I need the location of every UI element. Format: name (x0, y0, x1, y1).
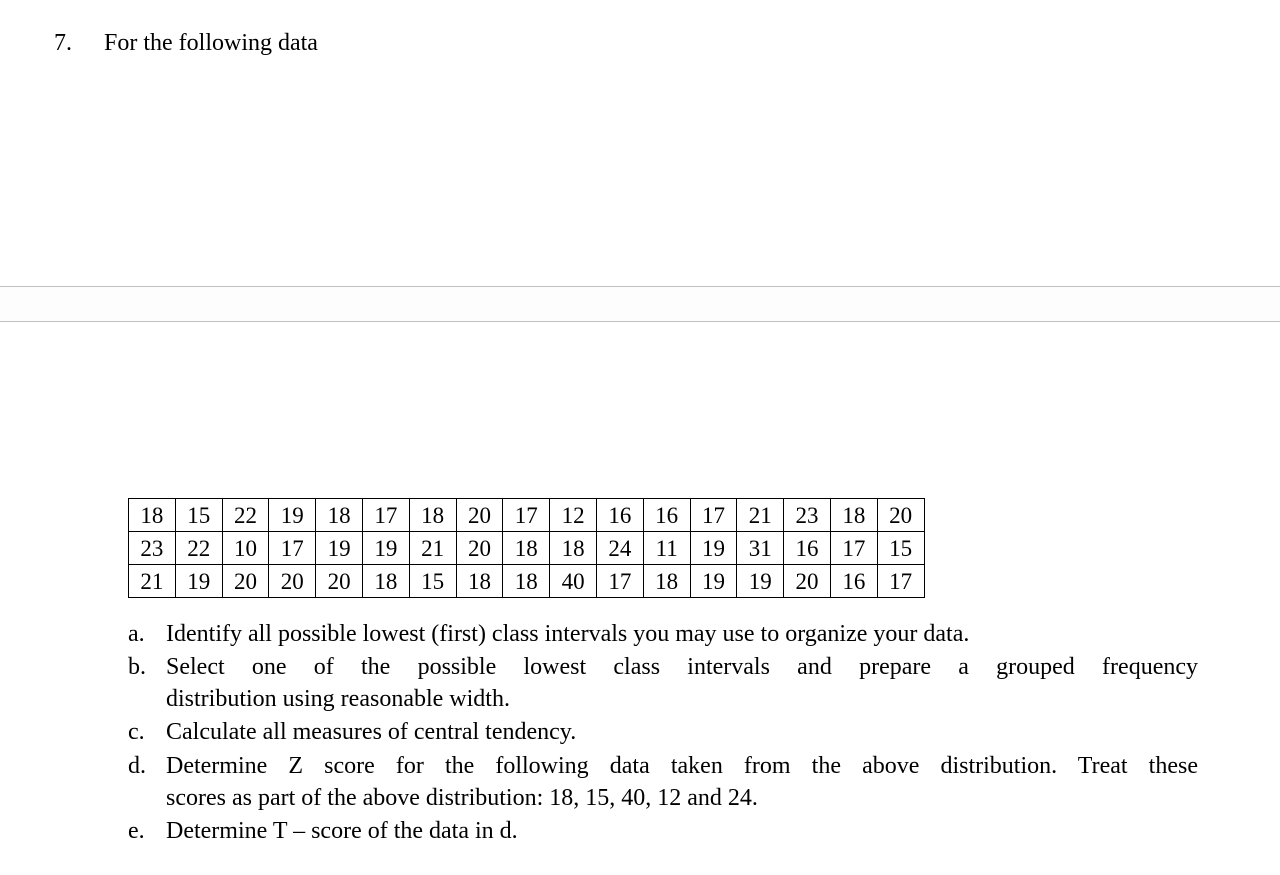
table-cell: 20 (456, 499, 503, 532)
table-row: 2322101719192120181824111931161715 (129, 532, 925, 565)
sub-text: Determine T – score of the data in d. (166, 815, 1198, 847)
sub-letter: e. (128, 815, 166, 847)
table-cell: 22 (175, 532, 222, 565)
sub-text-line: Select one of the possible lowest class … (166, 651, 1198, 683)
table-cell: 16 (784, 532, 831, 565)
table-cell: 20 (316, 565, 363, 598)
table-cell: 18 (550, 532, 597, 565)
table-cell: 18 (503, 565, 550, 598)
table-cell: 17 (362, 499, 409, 532)
table-cell: 23 (784, 499, 831, 532)
table-cell: 20 (269, 565, 316, 598)
table-cell: 10 (222, 532, 269, 565)
sub-text-line: distribution using reasonable width. (166, 683, 1198, 715)
table-cell: 18 (643, 565, 690, 598)
table-cell: 19 (316, 532, 363, 565)
table-cell: 19 (690, 532, 737, 565)
table-row: 1815221918171820171216161721231820 (129, 499, 925, 532)
sub-letter: d. (128, 750, 166, 782)
table-cell: 20 (222, 565, 269, 598)
table-cell: 17 (596, 565, 643, 598)
table-cell: 20 (877, 499, 924, 532)
table-cell: 21 (737, 499, 784, 532)
table-cell: 16 (643, 499, 690, 532)
sub-letter: c. (128, 716, 166, 748)
table-cell: 19 (362, 532, 409, 565)
sub-item-a: a. Identify all possible lowest (first) … (128, 618, 1198, 650)
question-prompt: For the following data (104, 30, 318, 57)
table-cell: 19 (690, 565, 737, 598)
sub-text: Determine Z score for the following data… (166, 750, 1198, 814)
table-cell: 20 (456, 532, 503, 565)
table-cell: 16 (830, 565, 877, 598)
table-cell: 22 (222, 499, 269, 532)
sub-letter: b. (128, 651, 166, 683)
table-cell: 19 (269, 499, 316, 532)
sub-text: Select one of the possible lowest class … (166, 651, 1198, 715)
sub-questions: a. Identify all possible lowest (first) … (128, 618, 1198, 848)
table-cell: 16 (596, 499, 643, 532)
table-cell: 18 (830, 499, 877, 532)
table-cell: 19 (175, 565, 222, 598)
question-header: 7. For the following data (54, 30, 318, 57)
table-cell: 17 (877, 565, 924, 598)
sub-text: Calculate all measures of central tenden… (166, 716, 1198, 748)
sub-item-e: e. Determine T – score of the data in d. (128, 815, 1198, 847)
table-cell: 17 (503, 499, 550, 532)
table-cell: 24 (596, 532, 643, 565)
table-row: 2119202020181518184017181919201617 (129, 565, 925, 598)
table-cell: 21 (409, 532, 456, 565)
table-cell: 18 (316, 499, 363, 532)
table-cell: 18 (409, 499, 456, 532)
table-cell: 17 (690, 499, 737, 532)
table-cell: 23 (129, 532, 176, 565)
sub-item-d: d. Determine Z score for the following d… (128, 750, 1198, 814)
table-cell: 18 (456, 565, 503, 598)
sub-text: Identify all possible lowest (first) cla… (166, 618, 1198, 650)
sub-text-line: Determine Z score for the following data… (166, 750, 1198, 782)
table-cell: 31 (737, 532, 784, 565)
table-cell: 17 (269, 532, 316, 565)
table-cell: 15 (175, 499, 222, 532)
table-cell: 21 (129, 565, 176, 598)
table-cell: 12 (550, 499, 597, 532)
table-cell: 19 (737, 565, 784, 598)
table-cell: 15 (409, 565, 456, 598)
table-cell: 15 (877, 532, 924, 565)
table-cell: 17 (830, 532, 877, 565)
sub-item-c: c. Calculate all measures of central ten… (128, 716, 1198, 748)
sub-item-b: b. Select one of the possible lowest cla… (128, 651, 1198, 715)
table-cell: 11 (643, 532, 690, 565)
table-cell: 18 (362, 565, 409, 598)
sub-letter: a. (128, 618, 166, 650)
sub-text-line: scores as part of the above distribution… (166, 782, 1198, 814)
table-cell: 18 (503, 532, 550, 565)
page-divider (0, 286, 1280, 322)
table-cell: 20 (784, 565, 831, 598)
question-number: 7. (54, 30, 104, 57)
table-cell: 18 (129, 499, 176, 532)
table-cell: 40 (550, 565, 597, 598)
data-table: 1815221918171820171216161721231820232210… (128, 498, 925, 598)
